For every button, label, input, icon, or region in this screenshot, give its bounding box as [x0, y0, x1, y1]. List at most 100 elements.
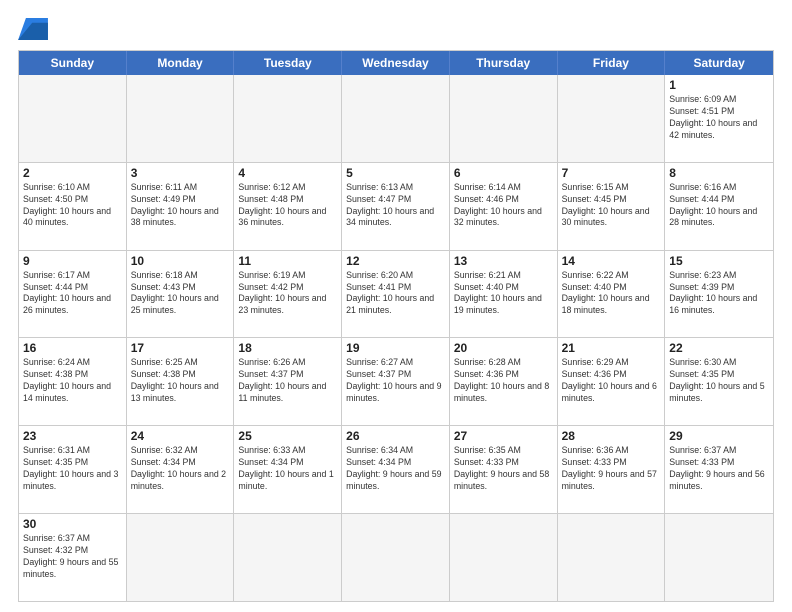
day-number: 23	[23, 429, 122, 443]
day-number: 15	[669, 254, 769, 268]
calendar-cell-5-6	[665, 514, 773, 601]
calendar-cell-3-2: 18 Sunrise: 6:26 AM Sunset: 4:37 PM Dayli…	[234, 338, 342, 425]
cell-info: Sunrise: 6:17 AM Sunset: 4:44 PM Dayligh…	[23, 270, 122, 318]
day-number: 14	[562, 254, 661, 268]
calendar-row-4: 23 Sunrise: 6:31 AM Sunset: 4:35 PM Dayli…	[19, 425, 773, 513]
calendar-cell-1-5: 7Sunrise: 6:15 AM Sunset: 4:45 PM Daylig…	[558, 163, 666, 250]
calendar-cell-0-5	[558, 75, 666, 162]
calendar-cell-1-4: 6 Sunrise: 6:14 AM Sunset: 4:46 PM Daylig…	[450, 163, 558, 250]
calendar-cell-3-4: 20Sunrise: 6:28 AM Sunset: 4:36 PM Dayli…	[450, 338, 558, 425]
calendar-row-1: 2Sunrise: 6:10 AM Sunset: 4:50 PM Daylig…	[19, 162, 773, 250]
day-number: 29	[669, 429, 769, 443]
calendar-row-5: 30Sunrise: 6:37 AM Sunset: 4:32 PM Dayli…	[19, 513, 773, 601]
cell-info: Sunrise: 6:37 AM Sunset: 4:33 PM Dayligh…	[669, 445, 769, 493]
calendar-cell-2-6: 15 Sunrise: 6:23 AM Sunset: 4:39 PM Dayli…	[665, 251, 773, 338]
day-number: 24	[131, 429, 230, 443]
cell-info: Sunrise: 6:26 AM Sunset: 4:37 PM Dayligh…	[238, 357, 337, 405]
calendar-cell-3-5: 21Sunrise: 6:29 AM Sunset: 4:36 PM Dayli…	[558, 338, 666, 425]
cell-info: Sunrise: 6:19 AM Sunset: 4:42 PM Dayligh…	[238, 270, 337, 318]
calendar-cell-4-1: 24 Sunrise: 6:32 AM Sunset: 4:34 PM Dayli…	[127, 426, 235, 513]
calendar-cell-2-2: 11Sunrise: 6:19 AM Sunset: 4:42 PM Dayli…	[234, 251, 342, 338]
cell-info: Sunrise: 6:14 AM Sunset: 4:46 PM Dayligh…	[454, 182, 553, 230]
day-number: 27	[454, 429, 553, 443]
calendar-cell-5-5	[558, 514, 666, 601]
day-number: 1	[669, 78, 769, 92]
day-number: 8	[669, 166, 769, 180]
calendar-body: 1 Sunrise: 6:09 AM Sunset: 4:51 PM Daylig…	[19, 75, 773, 601]
calendar-cell-4-6: 29 Sunrise: 6:37 AM Sunset: 4:33 PM Dayli…	[665, 426, 773, 513]
cell-info: Sunrise: 6:25 AM Sunset: 4:38 PM Dayligh…	[131, 357, 230, 405]
cell-info: Sunrise: 6:27 AM Sunset: 4:37 PM Dayligh…	[346, 357, 445, 405]
cell-info: Sunrise: 6:20 AM Sunset: 4:41 PM Dayligh…	[346, 270, 445, 318]
day-number: 22	[669, 341, 769, 355]
header-day-friday: Friday	[558, 51, 666, 75]
cell-info: Sunrise: 6:31 AM Sunset: 4:35 PM Dayligh…	[23, 445, 122, 493]
calendar-cell-0-2	[234, 75, 342, 162]
calendar-cell-4-4: 27Sunrise: 6:35 AM Sunset: 4:33 PM Dayli…	[450, 426, 558, 513]
calendar-cell-5-2	[234, 514, 342, 601]
day-number: 2	[23, 166, 122, 180]
cell-info: Sunrise: 6:11 AM Sunset: 4:49 PM Dayligh…	[131, 182, 230, 230]
calendar-row-3: 16 Sunrise: 6:24 AM Sunset: 4:38 PM Dayli…	[19, 337, 773, 425]
logo-area	[18, 18, 52, 40]
header-day-tuesday: Tuesday	[234, 51, 342, 75]
logo	[18, 18, 52, 40]
day-number: 17	[131, 341, 230, 355]
cell-info: Sunrise: 6:13 AM Sunset: 4:47 PM Dayligh…	[346, 182, 445, 230]
header-day-sunday: Sunday	[19, 51, 127, 75]
day-number: 12	[346, 254, 445, 268]
day-number: 30	[23, 517, 122, 531]
calendar-cell-1-0: 2Sunrise: 6:10 AM Sunset: 4:50 PM Daylig…	[19, 163, 127, 250]
cell-info: Sunrise: 6:23 AM Sunset: 4:39 PM Dayligh…	[669, 270, 769, 318]
calendar-cell-5-3	[342, 514, 450, 601]
header-day-thursday: Thursday	[450, 51, 558, 75]
calendar-cell-2-5: 14 Sunrise: 6:22 AM Sunset: 4:40 PM Dayli…	[558, 251, 666, 338]
calendar-cell-2-4: 13Sunrise: 6:21 AM Sunset: 4:40 PM Dayli…	[450, 251, 558, 338]
day-number: 5	[346, 166, 445, 180]
calendar-cell-1-3: 5 Sunrise: 6:13 AM Sunset: 4:47 PM Daylig…	[342, 163, 450, 250]
cell-info: Sunrise: 6:24 AM Sunset: 4:38 PM Dayligh…	[23, 357, 122, 405]
day-number: 21	[562, 341, 661, 355]
day-number: 7	[562, 166, 661, 180]
calendar-cell-4-3: 26 Sunrise: 6:34 AM Sunset: 4:34 PM Dayli…	[342, 426, 450, 513]
cell-info: Sunrise: 6:09 AM Sunset: 4:51 PM Dayligh…	[669, 94, 769, 142]
calendar-cell-5-0: 30Sunrise: 6:37 AM Sunset: 4:32 PM Dayli…	[19, 514, 127, 601]
day-number: 4	[238, 166, 337, 180]
calendar-cell-2-1: 10 Sunrise: 6:18 AM Sunset: 4:43 PM Dayli…	[127, 251, 235, 338]
cell-info: Sunrise: 6:34 AM Sunset: 4:34 PM Dayligh…	[346, 445, 445, 493]
calendar-cell-3-6: 22Sunrise: 6:30 AM Sunset: 4:35 PM Dayli…	[665, 338, 773, 425]
calendar-cell-0-6: 1 Sunrise: 6:09 AM Sunset: 4:51 PM Daylig…	[665, 75, 773, 162]
calendar-cell-3-1: 17 Sunrise: 6:25 AM Sunset: 4:38 PM Dayli…	[127, 338, 235, 425]
calendar-cell-1-6: 8 Sunrise: 6:16 AM Sunset: 4:44 PM Daylig…	[665, 163, 773, 250]
calendar-cell-0-1	[127, 75, 235, 162]
calendar-cell-2-0: 9Sunrise: 6:17 AM Sunset: 4:44 PM Daylig…	[19, 251, 127, 338]
calendar-header: SundayMondayTuesdayWednesdayThursdayFrid…	[19, 51, 773, 75]
calendar-cell-3-3: 19 Sunrise: 6:27 AM Sunset: 4:37 PM Dayli…	[342, 338, 450, 425]
day-number: 28	[562, 429, 661, 443]
day-number: 19	[346, 341, 445, 355]
header-day-saturday: Saturday	[665, 51, 773, 75]
header	[18, 18, 774, 40]
calendar-cell-4-5: 28Sunrise: 6:36 AM Sunset: 4:33 PM Dayli…	[558, 426, 666, 513]
day-number: 18	[238, 341, 337, 355]
calendar-row-2: 9Sunrise: 6:17 AM Sunset: 4:44 PM Daylig…	[19, 250, 773, 338]
day-number: 20	[454, 341, 553, 355]
day-number: 26	[346, 429, 445, 443]
cell-info: Sunrise: 6:22 AM Sunset: 4:40 PM Dayligh…	[562, 270, 661, 318]
day-number: 6	[454, 166, 553, 180]
cell-info: Sunrise: 6:18 AM Sunset: 4:43 PM Dayligh…	[131, 270, 230, 318]
calendar-cell-0-4	[450, 75, 558, 162]
calendar-cell-1-1: 3 Sunrise: 6:11 AM Sunset: 4:49 PM Daylig…	[127, 163, 235, 250]
day-number: 10	[131, 254, 230, 268]
cell-info: Sunrise: 6:32 AM Sunset: 4:34 PM Dayligh…	[131, 445, 230, 493]
cell-info: Sunrise: 6:12 AM Sunset: 4:48 PM Dayligh…	[238, 182, 337, 230]
day-number: 3	[131, 166, 230, 180]
header-day-wednesday: Wednesday	[342, 51, 450, 75]
day-number: 13	[454, 254, 553, 268]
calendar: SundayMondayTuesdayWednesdayThursdayFrid…	[18, 50, 774, 602]
cell-info: Sunrise: 6:16 AM Sunset: 4:44 PM Dayligh…	[669, 182, 769, 230]
calendar-row-0: 1 Sunrise: 6:09 AM Sunset: 4:51 PM Daylig…	[19, 75, 773, 162]
calendar-cell-2-3: 12 Sunrise: 6:20 AM Sunset: 4:41 PM Dayli…	[342, 251, 450, 338]
calendar-cell-0-3	[342, 75, 450, 162]
day-number: 16	[23, 341, 122, 355]
